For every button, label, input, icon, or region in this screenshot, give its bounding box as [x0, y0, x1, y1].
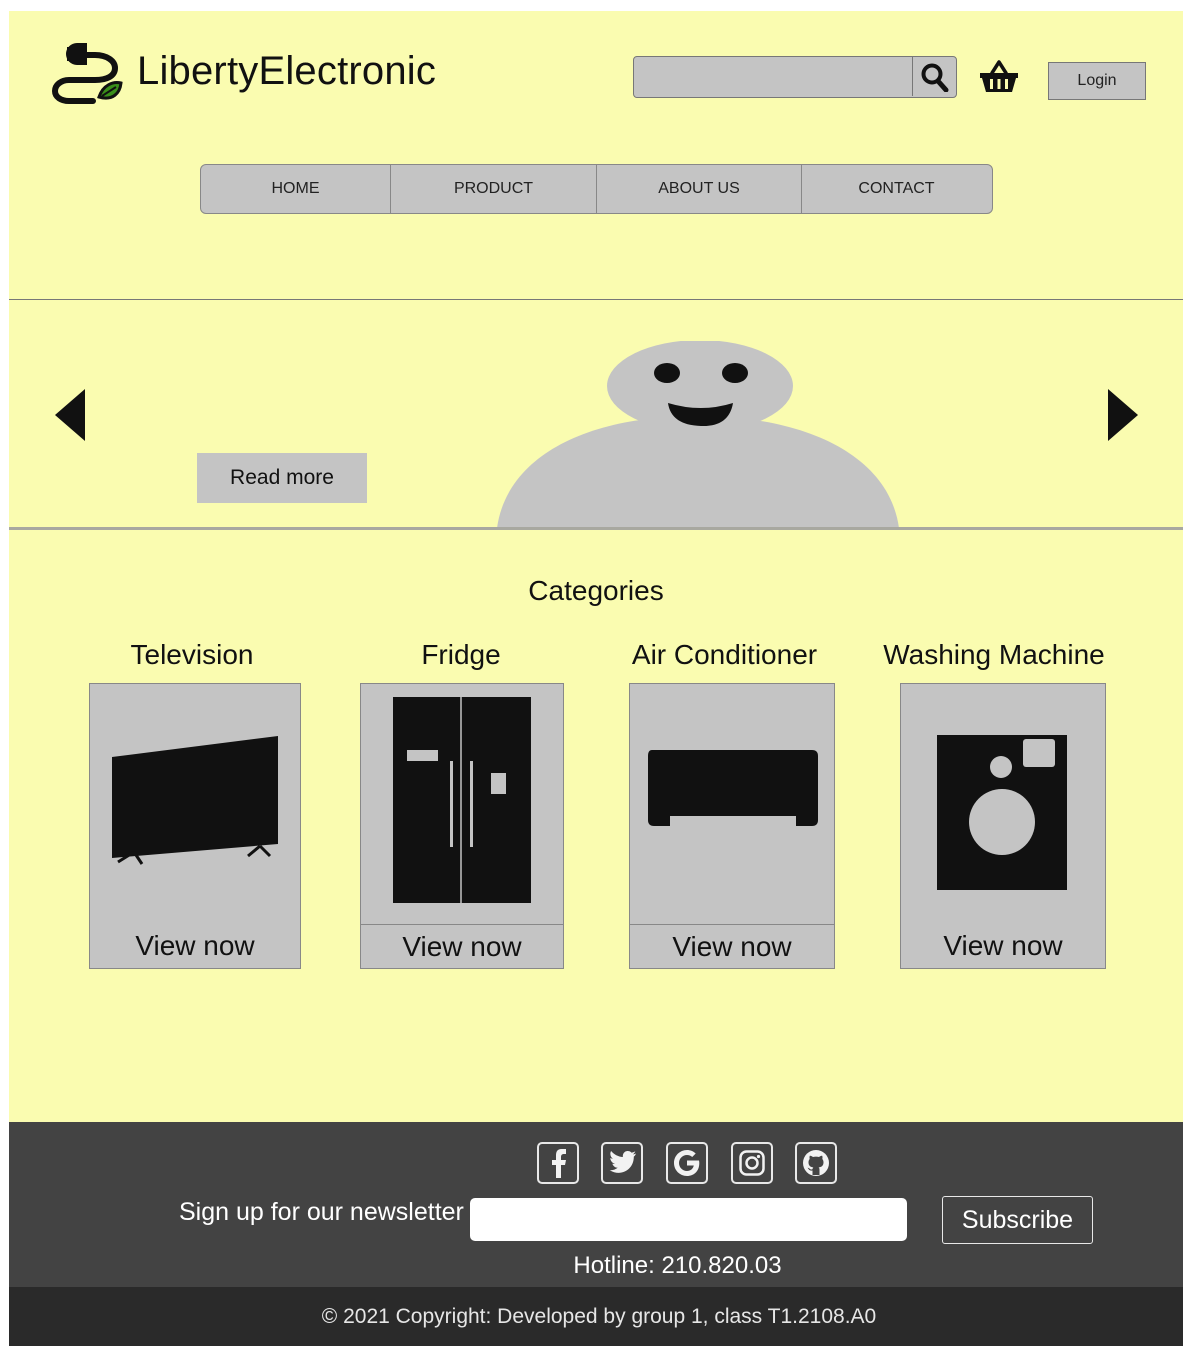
television-icon [112, 736, 278, 865]
facebook-icon[interactable] [537, 1142, 579, 1184]
newsletter-email-input[interactable] [470, 1198, 907, 1241]
nav-item-home[interactable]: HOME [201, 165, 391, 213]
brand-name[interactable]: LibertyElectronic [137, 49, 436, 94]
view-now-television[interactable]: View now [90, 924, 300, 968]
google-icon[interactable] [666, 1142, 708, 1184]
github-icon[interactable] [795, 1142, 837, 1184]
subscribe-button[interactable]: Subscribe [942, 1196, 1093, 1244]
air-conditioner-icon [648, 750, 818, 826]
category-card-air-conditioner[interactable]: View now [629, 683, 835, 969]
category-card-washing-machine[interactable]: View now [900, 683, 1106, 969]
category-label-television: Television [130, 639, 254, 670]
plug-leaf-icon[interactable] [47, 35, 123, 109]
nav-item-product[interactable]: PRODUCT [391, 165, 597, 213]
footer: Sign up for our newsletter Subscribe Hot… [9, 1122, 1183, 1287]
instagram-icon[interactable] [731, 1142, 773, 1184]
newsletter-label: Sign up for our newsletter [179, 1198, 464, 1226]
read-more-button[interactable]: Read more [197, 453, 367, 503]
nav-item-contact[interactable]: CONTACT [802, 165, 991, 213]
hero-divider [9, 527, 1183, 530]
arrow-left-icon[interactable] [53, 387, 87, 443]
categories-heading: Categories [528, 575, 664, 606]
search-button[interactable] [912, 57, 956, 96]
copyright-text: © 2021 Copyright: Developed by group 1, … [321, 1304, 877, 1328]
washing-machine-icon [937, 735, 1067, 890]
hero-mascot-image [497, 341, 899, 528]
view-now-air-conditioner[interactable]: View now [630, 924, 834, 968]
search-input[interactable] [634, 57, 911, 96]
view-now-fridge[interactable]: View now [361, 924, 563, 968]
view-now-washing-machine[interactable]: View now [901, 924, 1105, 968]
search-icon [921, 63, 948, 92]
page: LibertyElectronic Login HOME PRODUCT ABO… [9, 11, 1183, 1346]
nav-item-about-us[interactable]: ABOUT US [597, 165, 802, 213]
category-card-television[interactable]: View now [89, 683, 301, 969]
category-card-fridge[interactable]: View now [360, 683, 564, 969]
login-button[interactable]: Login [1048, 62, 1146, 100]
category-label-air-conditioner: Air Conditioner [631, 639, 818, 670]
search-bar [633, 56, 957, 98]
copyright-bar: © 2021 Copyright: Developed by group 1, … [9, 1287, 1183, 1346]
hotline-text: Hotline: 210.820.03 [573, 1252, 782, 1279]
main-nav: HOME PRODUCT ABOUT US CONTACT [200, 164, 993, 214]
basket-icon[interactable] [977, 57, 1021, 97]
category-label-fridge: Fridge [421, 639, 501, 670]
fridge-icon [393, 697, 531, 903]
header-divider [9, 299, 1183, 300]
arrow-right-icon[interactable] [1106, 387, 1140, 443]
category-label-washing-machine: Washing Machine [883, 639, 1105, 670]
twitter-icon[interactable] [601, 1142, 643, 1184]
